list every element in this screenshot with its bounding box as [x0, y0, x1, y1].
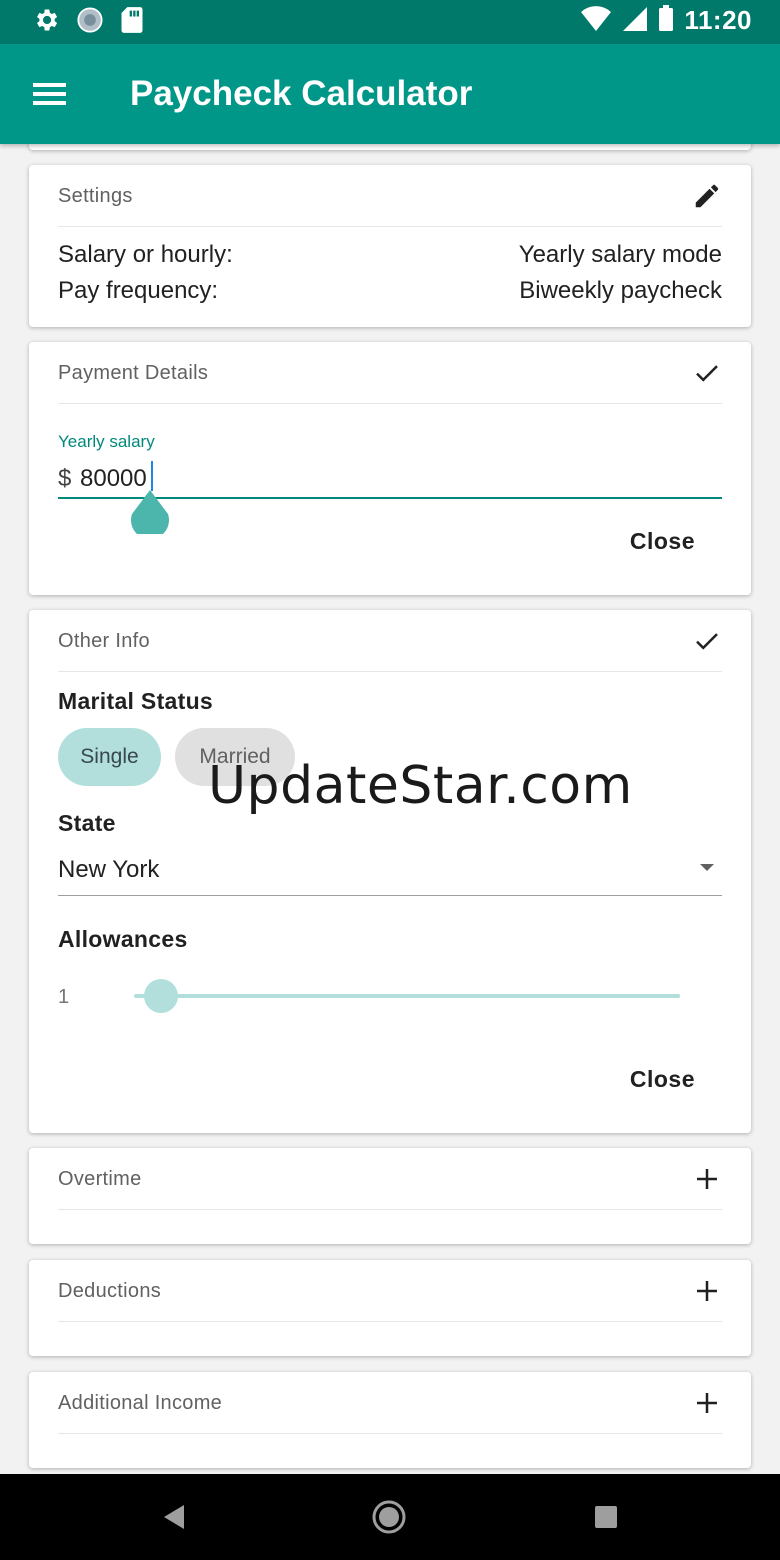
pay-frequency-label: Pay frequency:: [58, 277, 219, 304]
status-time: 11:20: [684, 5, 752, 35]
back-icon[interactable]: [160, 1503, 186, 1536]
deductions-card-title: Deductions: [58, 1280, 162, 1302]
payment-card-title: Payment Details: [58, 362, 209, 384]
other-info-card-title: Other Info: [58, 630, 150, 652]
overtime-card-header: Overtime: [58, 1148, 722, 1210]
text-selection-handle[interactable]: [130, 490, 170, 540]
edit-pencil-icon[interactable]: [692, 181, 722, 211]
cell-signal-icon: [622, 4, 648, 37]
battery-icon: [658, 4, 674, 37]
sync-circle-icon: [76, 6, 104, 39]
allowances-label: Allowances: [58, 926, 188, 952]
plus-icon[interactable]: [692, 1164, 722, 1194]
chip-single[interactable]: Single: [58, 728, 161, 786]
gear-icon: [32, 6, 60, 39]
text-caret: [151, 461, 153, 491]
currency-prefix: $: [58, 465, 72, 492]
state-dropdown[interactable]: New York: [58, 848, 722, 896]
additional-income-card-title: Additional Income: [58, 1392, 223, 1414]
deductions-card-header: Deductions: [58, 1260, 722, 1322]
system-nav-bar: [0, 1474, 780, 1560]
home-icon[interactable]: [371, 1499, 407, 1540]
additional-income-card[interactable]: Additional Income: [29, 1372, 751, 1468]
state-value: New York: [58, 856, 160, 883]
status-bar: 11:20: [0, 0, 780, 44]
plus-icon[interactable]: [692, 1388, 722, 1418]
app-title: Paycheck Calculator: [130, 74, 473, 113]
payment-details-card: Payment Details Yearly salary $ 80000 Cl…: [29, 342, 751, 595]
overtime-card[interactable]: Overtime: [29, 1148, 751, 1244]
allowances-value: 1: [58, 986, 70, 1008]
state-label: State: [58, 810, 116, 836]
settings-card: Settings Salary or hourly: Yearly salary…: [29, 165, 751, 327]
other-info-card: Other Info Marital Status Single Married…: [29, 610, 751, 1133]
payment-card-header: Payment Details: [58, 342, 722, 404]
settings-card-title: Settings: [58, 185, 133, 207]
salary-mode-label: Salary or hourly:: [58, 241, 233, 268]
additional-income-card-header: Additional Income: [58, 1372, 722, 1434]
marital-status-label: Marital Status: [58, 688, 214, 714]
app-bar: Paycheck Calculator: [0, 44, 780, 144]
plus-icon[interactable]: [692, 1276, 722, 1306]
overtime-card-title: Overtime: [58, 1168, 142, 1190]
hamburger-menu-icon: [33, 83, 66, 105]
check-icon[interactable]: [692, 626, 722, 656]
allowances-slider-track[interactable]: [134, 994, 680, 998]
yearly-salary-label: Yearly salary: [58, 432, 155, 451]
other-info-close-button[interactable]: Close: [630, 1066, 695, 1093]
sd-card-icon: [120, 6, 144, 39]
wifi-icon: [580, 4, 612, 37]
watermark: UpdateStar.com: [208, 756, 633, 816]
salary-value: 80000: [80, 465, 147, 492]
salary-mode-value: Yearly salary mode: [518, 241, 722, 268]
deductions-card[interactable]: Deductions: [29, 1260, 751, 1356]
other-info-card-header: Other Info: [58, 610, 722, 672]
dropdown-arrow-icon: [700, 864, 714, 871]
check-icon[interactable]: [692, 358, 722, 388]
recents-icon[interactable]: [594, 1505, 618, 1534]
payment-close-button[interactable]: Close: [630, 528, 695, 555]
menu-button[interactable]: [26, 72, 74, 116]
pay-frequency-value: Biweekly paycheck: [519, 277, 722, 304]
allowances-slider-thumb[interactable]: [144, 979, 178, 1013]
partial-card: [29, 144, 751, 150]
settings-card-header: Settings: [58, 165, 722, 227]
